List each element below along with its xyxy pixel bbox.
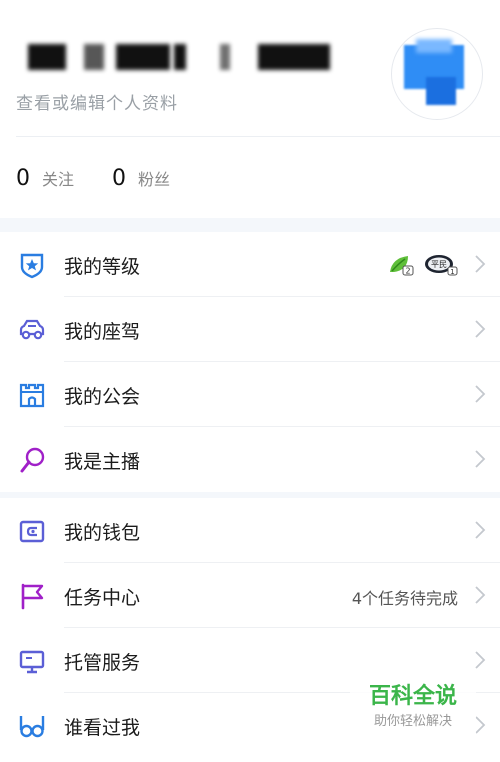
following-label: 关注 [42, 170, 75, 189]
watermark-title: 百科全说 [368, 684, 457, 709]
menu-item-label: 我的公会 [64, 386, 141, 408]
chevron-right-icon [475, 320, 486, 338]
avatar[interactable] [391, 28, 483, 120]
followers-stat[interactable]: 0 粉丝 [112, 166, 170, 194]
chevron-right-icon [475, 521, 486, 539]
edit-profile-link[interactable]: 查看或编辑个人资料 [16, 89, 178, 114]
following-stat[interactable]: 0 关注 [16, 166, 74, 194]
username-redacted [24, 40, 336, 74]
flag-icon [21, 583, 44, 610]
shield-star-icon [20, 253, 44, 279]
badge-rank-number: 1 [450, 268, 454, 276]
menu-item-label: 托管服务 [64, 652, 141, 674]
leaf-badge-icon: 2 [390, 256, 414, 276]
watermark-subtitle: 助你轻松解决 [373, 714, 452, 729]
menu-item-i-am-streamer[interactable]: 我是主播 [0, 427, 500, 492]
menu-item-label: 我是主播 [64, 451, 141, 473]
divider [16, 136, 500, 137]
glasses-icon [19, 716, 45, 738]
microphone-icon [20, 447, 45, 473]
menu-item-label: 我的座驾 [64, 321, 141, 343]
chevron-right-icon [475, 450, 486, 468]
menu-item-my-car[interactable]: 我的座驾 [0, 297, 500, 362]
menu-item-label: 任务中心 [64, 587, 141, 609]
wallet-icon [19, 520, 45, 543]
menu-item-label: 我的等级 [64, 256, 141, 278]
menu-item-my-level[interactable]: 我的等级 2 平民 1 [0, 232, 500, 297]
chevron-right-icon [475, 651, 486, 669]
chevron-right-icon [475, 586, 486, 604]
following-count: 0 [16, 166, 30, 191]
level-badges: 2 平民 1 [388, 254, 458, 276]
menu-item-task-center[interactable]: 任务中心 4个任务待完成 [0, 563, 500, 628]
chevron-right-icon [475, 255, 486, 273]
car-icon [19, 319, 45, 340]
badge-rank-text: 平民 [431, 260, 447, 269]
rank-badge-icon: 平民 1 [425, 255, 458, 276]
menu-group-1: 我的等级 2 平民 1 我的座驾 我的公会 我是主播 [0, 232, 500, 492]
badge-level-number: 2 [405, 267, 410, 276]
menu-item-label: 我的钱包 [64, 522, 141, 544]
pending-tasks-text: 4个任务待完成 [351, 589, 458, 608]
menu-item-my-wallet[interactable]: 我的钱包 [0, 498, 500, 563]
castle-icon [19, 383, 45, 408]
watermark: 百科全说 助你轻松解决 [350, 680, 476, 738]
followers-count: 0 [112, 166, 126, 191]
chevron-right-icon [475, 385, 486, 403]
menu-item-label: 谁看过我 [64, 717, 141, 739]
followers-label: 粉丝 [138, 170, 171, 189]
profile-header[interactable]: 查看或编辑个人资料 0 关注 0 粉丝 [0, 0, 500, 218]
menu-item-my-guild[interactable]: 我的公会 [0, 362, 500, 427]
monitor-icon [19, 650, 45, 674]
